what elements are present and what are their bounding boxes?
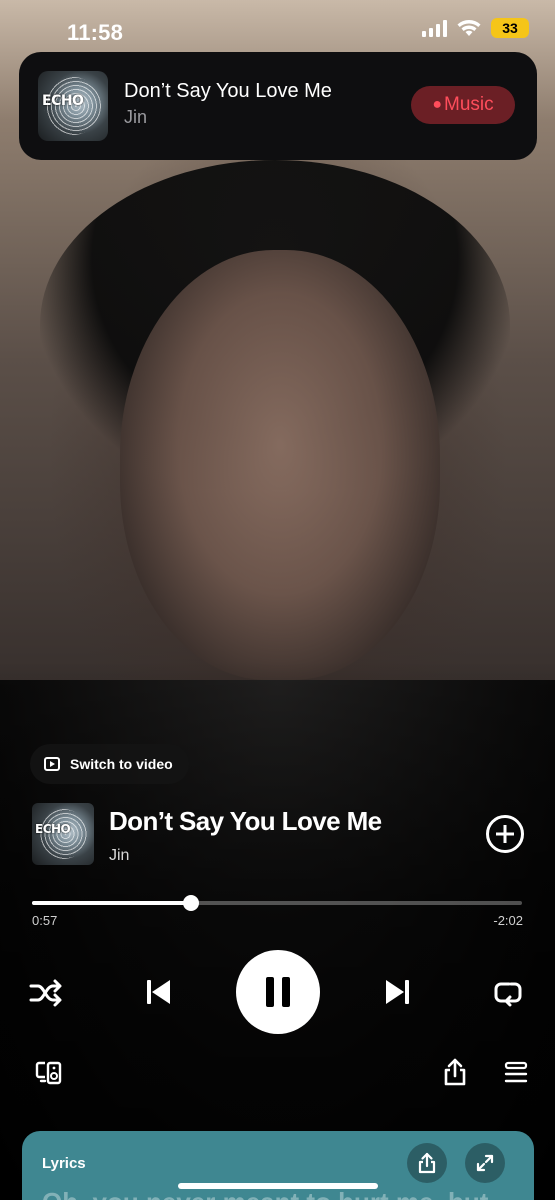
- queue-icon: [504, 1061, 528, 1083]
- devices-icon: [35, 1061, 62, 1085]
- apple-logo-icon: ●: [432, 96, 443, 113]
- remaining-time: -2:02: [493, 913, 523, 928]
- share-icon: [444, 1058, 466, 1086]
- lyrics-share-button[interactable]: [407, 1143, 447, 1183]
- share-icon: [418, 1152, 436, 1174]
- album-art-logo: ECHO: [42, 93, 84, 109]
- expand-icon: [476, 1154, 494, 1172]
- battery-level: 33: [502, 20, 518, 36]
- repeat-button[interactable]: [490, 975, 526, 1011]
- artist-image-hair: [40, 160, 510, 490]
- previous-track-button[interactable]: [138, 972, 178, 1012]
- now-playing-banner[interactable]: ECHO Don’t Say You Love Me Jin ● Music: [19, 52, 537, 160]
- track-title[interactable]: Don’t Say You Love Me: [109, 806, 382, 837]
- apple-music-label: Music: [444, 94, 494, 115]
- status-icons: 33: [422, 18, 529, 38]
- skip-forward-icon: [386, 980, 409, 1004]
- apple-music-button[interactable]: ● Music: [411, 86, 515, 124]
- switch-to-video-button[interactable]: Switch to video: [30, 744, 189, 784]
- progress-bar[interactable]: [32, 895, 522, 911]
- pause-icon-bar-right: [282, 977, 290, 1007]
- banner-album-art: ECHO: [38, 71, 108, 141]
- shuffle-button[interactable]: [28, 975, 64, 1011]
- shuffle-icon: [29, 979, 62, 1007]
- connect-device-button[interactable]: [34, 1058, 64, 1088]
- video-play-icon: [44, 757, 60, 771]
- status-time: 11:58: [67, 20, 124, 45]
- lyrics-label: Lyrics: [42, 1155, 86, 1172]
- album-art-logo: ECHO: [35, 822, 71, 836]
- home-indicator[interactable]: [178, 1183, 378, 1189]
- pause-icon-bar-left: [266, 977, 274, 1007]
- progress-fill: [32, 901, 192, 905]
- lyrics-expand-button[interactable]: [465, 1143, 505, 1183]
- repeat-icon: [494, 982, 522, 1007]
- lyrics-card[interactable]: Lyrics Oh, you never meant to hurt me, b…: [22, 1131, 534, 1200]
- pause-button[interactable]: [236, 950, 320, 1034]
- elapsed-time: 0:57: [32, 913, 58, 928]
- switch-to-video-label: Switch to video: [70, 756, 173, 772]
- queue-button[interactable]: [501, 1058, 531, 1088]
- banner-song-title: Don’t Say You Love Me: [124, 80, 332, 102]
- track-artist[interactable]: Jin: [109, 847, 129, 865]
- battery-icon: 33: [491, 18, 529, 38]
- share-button[interactable]: [440, 1056, 470, 1088]
- cellular-signal-icon: [422, 19, 447, 37]
- next-track-button[interactable]: [378, 972, 418, 1012]
- banner-artist: Jin: [124, 107, 148, 127]
- player-album-art[interactable]: ECHO: [32, 803, 94, 865]
- artist-image-face: [120, 250, 440, 680]
- skip-back-icon: [147, 980, 170, 1004]
- wifi-icon: [457, 20, 481, 36]
- add-to-library-button[interactable]: [486, 815, 524, 853]
- status-bar: 11:58 33: [0, 0, 555, 52]
